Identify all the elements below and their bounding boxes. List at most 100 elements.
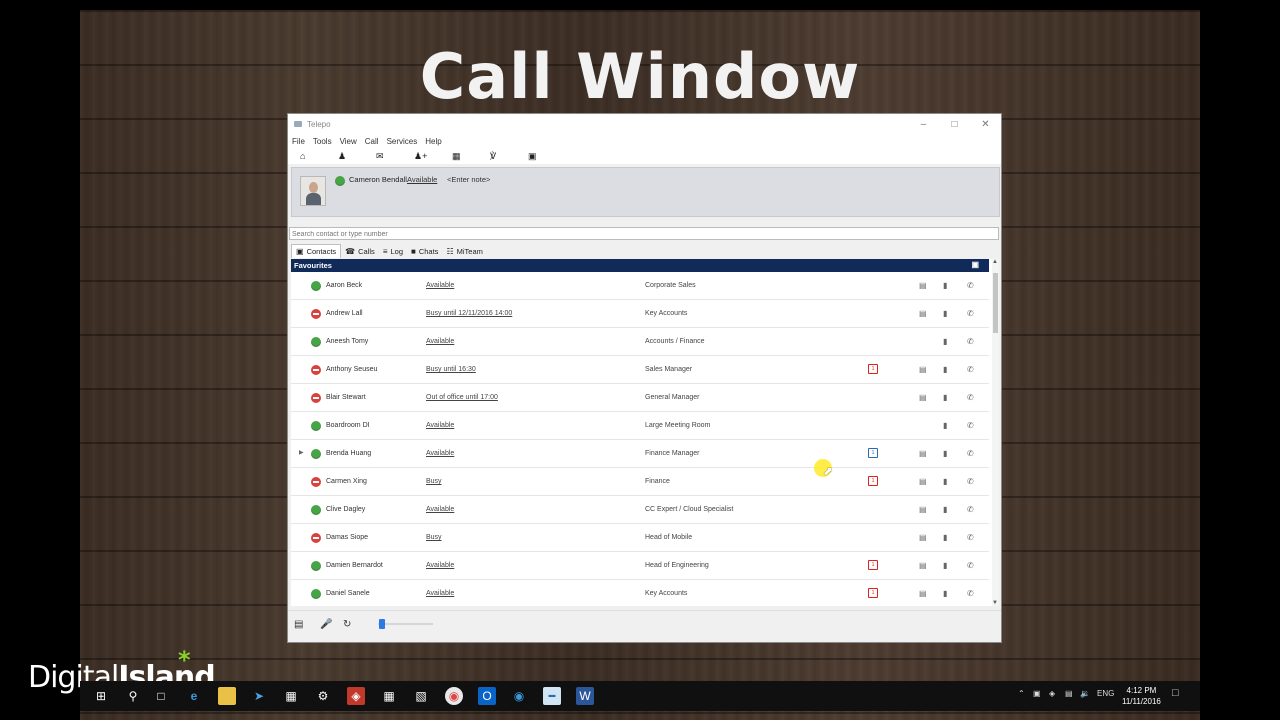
search-icon[interactable]: ⚲	[124, 687, 142, 705]
user-icon[interactable]: ♟	[338, 151, 376, 162]
contact-status[interactable]: Busy	[426, 478, 442, 485]
shield-icon[interactable]: ◈	[347, 687, 365, 705]
app-arrow-icon[interactable]: ➤	[250, 687, 268, 705]
file-explorer-icon[interactable]	[218, 687, 236, 705]
volume-icon[interactable]: 🔉	[1080, 689, 1090, 698]
maximize-button[interactable]: □	[939, 119, 970, 130]
contact-status[interactable]: Busy until 12/11/2016 14:00	[426, 310, 512, 317]
document-icon[interactable]: ▤	[919, 393, 927, 402]
scroll-down-icon[interactable]: ▼	[992, 600, 998, 606]
chat-icon[interactable]: ▮	[943, 309, 947, 318]
tab-chats[interactable]: ■ Chats	[407, 244, 442, 258]
chat-icon[interactable]: ▮	[943, 281, 947, 290]
contact-status[interactable]: Available	[426, 422, 454, 429]
calendar-icon[interactable]: 1	[868, 364, 878, 374]
chat-icon[interactable]: ▮	[943, 505, 947, 514]
contact-status[interactable]: Out of office until 17:00	[426, 394, 498, 401]
profile-status[interactable]: Available	[407, 175, 437, 184]
document-icon[interactable]: ▤	[919, 449, 927, 458]
microphone-icon[interactable]: 🎤	[320, 619, 332, 630]
phone-icon[interactable]: ✆	[967, 477, 974, 486]
camera-app-icon[interactable]: ◉	[510, 687, 528, 705]
contact-row[interactable]: Blair Stewart Out of office until 17:00 Ge…	[291, 384, 989, 412]
phone-icon[interactable]: ✆	[967, 449, 974, 458]
contact-status[interactable]: Available	[426, 338, 454, 345]
settings-icon[interactable]: ⚙	[314, 687, 332, 705]
favourites-header[interactable]: Favourites ▣	[291, 259, 989, 272]
phone-icon[interactable]: ✆	[967, 337, 974, 346]
document-icon[interactable]: ▤	[919, 477, 927, 486]
tab-contacts[interactable]: ▣ Contacts	[291, 244, 342, 258]
search-input[interactable]	[289, 227, 999, 240]
profile-note[interactable]: <Enter note>	[447, 175, 490, 184]
contact-row[interactable]: Aneesh Tomy Available Accounts / Finance ▮ ✆	[291, 328, 989, 356]
phone-icon[interactable]: ✆	[967, 393, 974, 402]
contact-row[interactable]: ▶ Brenda Huang Available Finance Manager 1 ▤ ▮…	[291, 440, 989, 468]
contact-row[interactable]: Andrew Lall Busy until 12/11/2016 14:00 Ke…	[291, 300, 989, 328]
document-icon[interactable]: ▤	[919, 309, 927, 318]
calendar-icon[interactable]: 1	[868, 476, 878, 486]
calculator-icon[interactable]: ▦	[380, 687, 398, 705]
tab-miteam[interactable]: ☷ MiTeam	[442, 244, 486, 258]
phone-icon[interactable]: ✆	[967, 533, 974, 542]
network-icon[interactable]: ▤	[1065, 689, 1073, 698]
menu-tools[interactable]: Tools	[313, 137, 332, 146]
contact-row[interactable]: Damien Bernardot Available Head of Enginee…	[291, 552, 989, 580]
menu-services[interactable]: Services	[387, 137, 418, 146]
document-icon[interactable]: ▤	[919, 589, 927, 598]
menu-call[interactable]: Call	[365, 137, 379, 146]
menu-view[interactable]: View	[340, 137, 357, 146]
menu-help[interactable]: Help	[425, 137, 441, 146]
contact-row[interactable]: Clive Dagley Available CC Expert / Cloud S…	[291, 496, 989, 524]
tray-app-icon[interactable]: ▣	[1033, 689, 1041, 698]
tab-log[interactable]: ≡ Log	[379, 244, 407, 258]
close-button[interactable]: ✕	[970, 119, 1001, 130]
tray-security-icon[interactable]: ◈	[1049, 689, 1055, 698]
contact-status[interactable]: Available	[426, 562, 454, 569]
vertical-scrollbar[interactable]: ▲ ▼	[992, 259, 999, 606]
avatar[interactable]	[300, 176, 326, 206]
home-icon[interactable]: ⌂	[300, 151, 338, 161]
contact-row[interactable]: Carmen Xing Busy Finance 1 ▤ ▮ ✆	[291, 468, 989, 496]
group-menu-icon[interactable]: ▣	[971, 260, 979, 269]
contact-status[interactable]: Busy	[426, 534, 442, 541]
chrome-icon[interactable]: ◉	[445, 687, 463, 705]
contact-row[interactable]: Aaron Beck Available Corporate Sales ▤ ▮ ✆	[291, 272, 989, 300]
phone-icon[interactable]: ✆	[967, 589, 974, 598]
phone-icon[interactable]: ✆	[967, 561, 974, 570]
expand-arrow-icon[interactable]: ▶	[299, 449, 304, 456]
add-contact-icon[interactable]: ♟+	[414, 151, 452, 162]
notifications-icon[interactable]: □	[1172, 687, 1179, 699]
document-icon[interactable]: ▤	[919, 561, 927, 570]
volume-slider[interactable]	[378, 623, 433, 625]
chat-icon[interactable]: ▮	[943, 365, 947, 374]
tray-chevron-icon[interactable]: ⌃	[1018, 689, 1025, 698]
calendar-icon[interactable]: 1	[868, 448, 878, 458]
document-icon[interactable]: ▤	[919, 365, 927, 374]
contact-status[interactable]: Available	[426, 450, 454, 457]
calendar-icon[interactable]: ▦	[452, 151, 490, 162]
phone-icon[interactable]: ✆	[967, 309, 974, 318]
mail-icon[interactable]: ✉	[376, 151, 414, 162]
contact-row[interactable]: Daniel Sanele Available Key Accounts 1 ▤ ▮ ✆	[291, 580, 989, 606]
contact-row[interactable]: Boardroom DI Available Large Meeting Room ▮…	[291, 412, 989, 440]
edge-icon[interactable]: e	[185, 687, 203, 705]
chat-icon[interactable]: ▮	[943, 449, 947, 458]
tab-calls[interactable]: ☎ Calls	[341, 244, 379, 258]
telepo-taskbar-icon[interactable]: ▬	[543, 687, 561, 705]
word-icon[interactable]: W	[576, 687, 594, 705]
chat-icon[interactable]: ▮	[943, 393, 947, 402]
chat-icon[interactable]: ▮	[943, 421, 947, 430]
contact-status[interactable]: Busy until 16:30	[426, 366, 476, 373]
contact-status[interactable]: Available	[426, 590, 454, 597]
chat-icon[interactable]: ▮	[943, 561, 947, 570]
scroll-up-icon[interactable]: ▲	[992, 259, 998, 265]
dialpad-icon[interactable]: ▤	[294, 619, 303, 630]
outlook-icon[interactable]: O	[478, 687, 496, 705]
headset-icon[interactable]: ↻	[343, 619, 351, 630]
language-indicator[interactable]: ENG	[1097, 689, 1114, 698]
phone-icon[interactable]: ✆	[967, 365, 974, 374]
calendar-icon[interactable]: 1	[868, 588, 878, 598]
task-view-icon[interactable]: □	[152, 687, 170, 705]
contact-status[interactable]: Available	[426, 282, 454, 289]
